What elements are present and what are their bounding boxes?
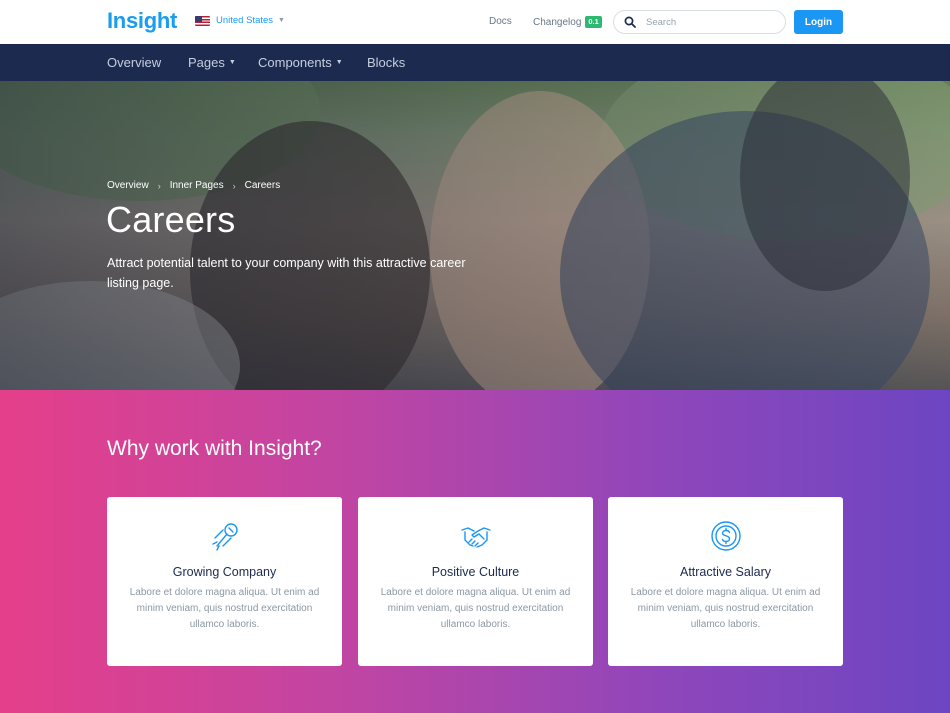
nav-item-pages[interactable]: Pages ▼ [188,55,236,70]
nav-item-overview[interactable]: Overview [107,55,161,70]
nav-item-blocks[interactable]: Blocks [367,55,405,70]
card-text: Labore et dolore magna aliqua. Ut enim a… [630,587,821,630]
caret-down-icon: ▼ [335,59,343,66]
breadcrumb-inner-pages[interactable]: Inner Pages [170,180,224,191]
changelog-link[interactable]: Changelog 0.1 [533,16,602,28]
handshake-icon [460,527,491,548]
caret-down-icon: ▼ [278,17,285,24]
feature-card-attractive-salary: Attractive Salary Labore et dolore magna… [608,497,843,666]
main-navbar: Overview Pages ▼ Components ▼ Blocks [0,44,950,81]
search-icon [624,16,636,28]
hero-description: Attract potential talent to your company… [107,256,466,290]
breadcrumb-overview[interactable]: Overview [107,180,149,191]
page-title: Careers [106,199,236,240]
card-title: Positive Culture [431,565,520,579]
nav-item-label: Pages [188,55,225,70]
feature-card-positive-culture: Positive Culture Labore et dolore magna … [358,497,593,666]
chevron-right-icon: › [232,180,236,191]
rocket-icon [211,523,238,551]
version-badge: 0.1 [585,16,602,28]
card-title: Growing Company [172,565,277,579]
top-header: Insight United States ▼ Docs Changelog 0… [0,0,950,44]
nav-item-label: Components [258,55,332,70]
breadcrumb: Overview › Inner Pages › Careers [107,180,280,191]
chevron-right-icon: › [157,180,161,191]
section-title: Why work with Insight? [107,437,322,460]
why-work-section: Why work with Insight? Growing Company L… [0,390,950,713]
breadcrumb-current: Careers [244,180,281,191]
dollar-coin-icon [710,521,741,551]
caret-down-icon: ▼ [228,59,236,66]
us-flag-icon [195,15,210,26]
logo[interactable]: Insight [107,8,177,34]
login-button[interactable]: Login [794,10,843,34]
changelog-label: Changelog [533,16,582,28]
nav-item-label: Overview [107,55,162,70]
card-text: Labore et dolore magna aliqua. Ut enim a… [380,587,571,630]
nav-item-components[interactable]: Components ▼ [258,55,343,70]
hero-banner: Overview › Inner Pages › Careers Careers… [0,81,950,390]
nav-item-label: Blocks [367,55,406,70]
feature-card-growing-company: Growing Company Labore et dolore magna a… [107,497,342,666]
search-input[interactable] [646,16,776,28]
card-title: Attractive Salary [679,565,771,579]
card-text: Labore et dolore magna aliqua. Ut enim a… [129,587,320,630]
search-box[interactable] [613,10,786,34]
country-selector[interactable]: United States ▼ [195,15,285,26]
country-label: United States [216,15,274,26]
docs-link[interactable]: Docs [489,16,512,27]
